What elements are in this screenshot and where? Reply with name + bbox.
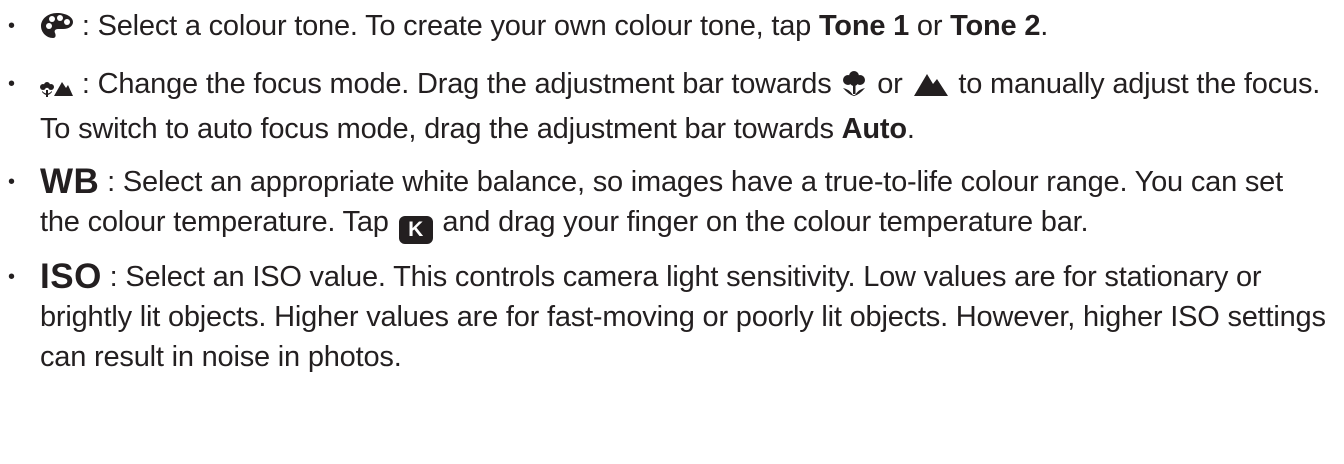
item-separator: : xyxy=(81,10,98,42)
auto-label: Auto xyxy=(841,113,907,145)
wb-label: WB xyxy=(40,162,100,201)
list-item-white-balance: • WB : Select an appropriate white balan… xyxy=(0,162,1330,244)
iso-label: ISO xyxy=(40,257,102,296)
palette-icon xyxy=(40,11,74,51)
item-text: or xyxy=(909,10,951,42)
mountain-icon xyxy=(913,68,949,108)
bullet: • xyxy=(8,266,15,288)
focus-mode-icon xyxy=(40,69,74,109)
macro-flower-icon xyxy=(841,68,867,108)
item-text: Select a colour tone. To create your own… xyxy=(97,10,819,42)
kelvin-key-icon: K xyxy=(398,216,433,244)
item-text: Select an ISO value. This controls camer… xyxy=(40,261,1326,373)
list-item-focus-mode: • : Change the focus mode. Drag the adju… xyxy=(0,64,1330,149)
item-text: . xyxy=(1040,10,1049,42)
item-text: or xyxy=(869,68,911,100)
bullet: • xyxy=(8,15,15,37)
tone-1-label: Tone 1 xyxy=(818,10,910,42)
item-text: and drag your finger on the colour tempe… xyxy=(434,206,1089,238)
document-page: • : Select a colour tone. To create your… xyxy=(0,0,1344,464)
item-separator: : xyxy=(109,261,126,293)
list-item-iso: • ISO : Select an ISO value. This contro… xyxy=(0,257,1330,377)
item-separator: : xyxy=(81,68,98,100)
bullet: • xyxy=(8,171,15,193)
item-separator: : xyxy=(107,166,123,198)
settings-list: • : Select a colour tone. To create your… xyxy=(0,6,1330,377)
bullet: • xyxy=(8,73,15,95)
item-text: Change the focus mode. Drag the adjustme… xyxy=(97,68,840,100)
list-item-colour-tone: • : Select a colour tone. To create your… xyxy=(0,6,1330,51)
item-text: . xyxy=(906,113,915,145)
tone-2-label: Tone 2 xyxy=(950,10,1041,42)
